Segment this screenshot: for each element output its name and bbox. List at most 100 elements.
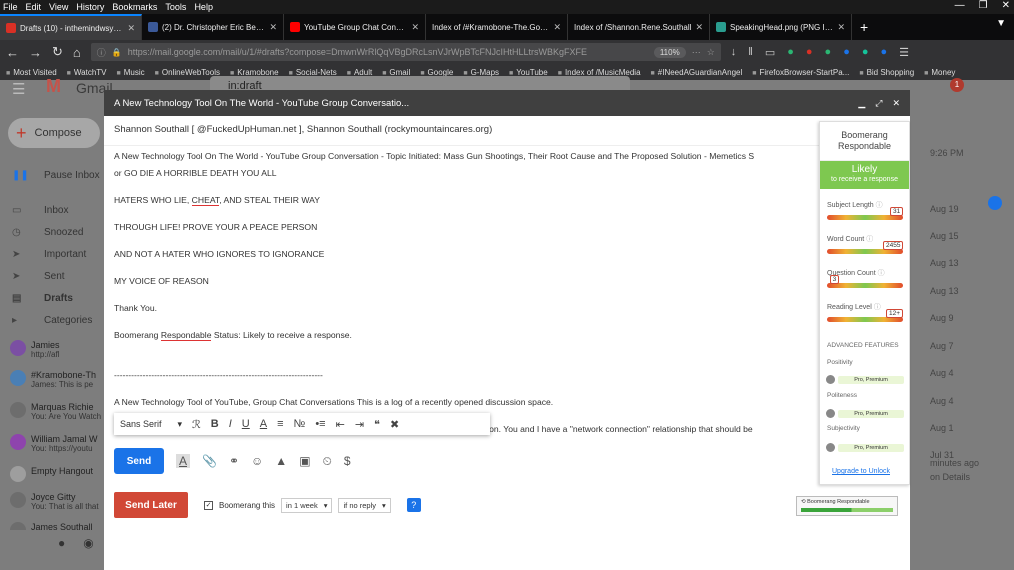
page-actions-icon[interactable]: ⋯ [692,47,701,58]
sidebar-item-inbox[interactable]: ▭ Inbox [12,205,68,216]
send-later-button[interactable]: Send Later [114,492,188,518]
sidebar-item-sent[interactable]: ➤ Sent [12,271,65,282]
tab-youtube[interactable]: YouTube Group Chat Conversa...✕ [284,14,426,40]
url-bar[interactable]: ⓘ 🔒 https://mail.google.com/mail/u/1/#dr… [90,43,721,61]
info-icon[interactable]: ⓘ [97,46,106,59]
extension-icon[interactable]: ● [825,46,832,59]
photo-icon[interactable]: ▣ [299,454,310,468]
menu-file[interactable]: File [3,2,18,12]
pro-badge[interactable]: Pro, Premium [838,376,904,384]
new-tab-button[interactable]: + [852,14,876,40]
tab-kramobone[interactable]: Index of /#Kramobone-The.Good.. ✕ [426,14,568,40]
chat-contact[interactable]: Jamies http://afl [10,340,105,360]
quote-icon[interactable]: ❝ [374,418,380,431]
bookmark-item[interactable]: WatchTV [67,68,107,77]
zoom-level[interactable]: 110% [653,46,686,58]
url-text[interactable]: https://mail.google.com/mail/u/1/#drafts… [128,47,648,57]
text-color-icon[interactable]: A [260,418,267,430]
info-icon[interactable]: ⓘ [874,304,881,311]
minimize-icon[interactable]: ▁ [858,98,865,109]
bookmark-item[interactable]: Music [117,68,145,77]
close-tab-icon[interactable]: ✕ [695,22,703,33]
spellcheck-word[interactable]: CHEAT [191,195,220,206]
gmail-logo-icon[interactable]: M [46,76,61,97]
close-tab-icon[interactable]: ✕ [127,23,135,34]
notification-badge[interactable]: 1 [950,78,964,92]
text-size-icon[interactable]: ℛ [192,418,201,431]
spellcheck-word[interactable]: Respondable [160,330,212,341]
sidebar-icon[interactable]: ▭ [765,46,775,59]
extension-icon[interactable]: ● [881,46,888,59]
close-icon[interactable]: ✕ [892,98,900,109]
maximize-icon[interactable]: ❐ [979,0,988,11]
bookmark-item[interactable]: OnlineWebTools [155,68,220,77]
bookmark-item[interactable]: Money [924,68,955,77]
respondable-widget[interactable]: ⟲ Boomerang Respondable [796,496,898,516]
tasks-icon[interactable] [988,196,1002,210]
extension-icon[interactable]: ● [843,46,850,59]
bookmark-star-icon[interactable]: ☆ [707,47,715,58]
font-family-select[interactable]: Sans Serif ▾ [120,419,182,430]
compose-button[interactable]: + Compose [8,118,100,148]
attach-icon[interactable]: 📎 [202,454,217,468]
tab-shannon[interactable]: Index of /Shannon.Rene.Southall ✕ [568,14,710,40]
tab-facebook[interactable]: (2) Dr. Christopher Eric Berger... ✕ [142,14,284,40]
recipients-field[interactable]: Shannon Southall [ @FuckedUpHuman.net ],… [104,116,910,146]
chat-contact[interactable]: #Kramobone-Th James: This is pe [10,370,105,390]
menu-tools[interactable]: Tools [165,2,186,12]
indent-more-icon[interactable]: ⇥ [355,418,364,431]
download-icon[interactable]: ↓ [731,46,737,59]
expand-icon[interactable]: ⤢ [875,98,882,109]
back-icon[interactable]: ← [6,45,19,60]
sidebar-item-snoozed[interactable]: ◷ Snoozed [12,227,83,238]
bold-icon[interactable]: B [211,418,219,430]
close-tab-icon[interactable]: ✕ [553,22,561,33]
close-tab-icon[interactable]: ✕ [269,22,277,33]
underline-icon[interactable]: U [242,418,250,430]
close-tab-icon[interactable]: ✕ [411,22,419,33]
boomerang-condition-select[interactable]: if no reply ▾ [338,497,391,513]
bookmark-item[interactable]: FirefoxBrowser-StartPa... [752,68,850,77]
confidential-icon[interactable]: ⏲ [323,454,332,469]
formatting-options-icon[interactable]: A [176,454,191,468]
numbered-list-icon[interactable]: № [294,418,306,430]
compose-header[interactable]: A New Technology Tool On The World - You… [104,90,910,116]
help-icon[interactable]: ? [406,498,421,512]
info-icon[interactable]: ⓘ [878,270,885,277]
boomerang-time-select[interactable]: in 1 week ▾ [281,497,333,513]
info-icon[interactable]: ⓘ [876,202,883,209]
chat-contact[interactable]: Empty Hangout [10,466,105,482]
indent-less-icon[interactable]: ⇤ [336,418,345,431]
align-icon[interactable]: ≡ [277,418,283,430]
pro-badge[interactable]: Pro, Premium [838,410,904,418]
menu-help[interactable]: Help [194,2,213,12]
menu-history[interactable]: History [76,2,104,12]
hangouts-icon[interactable]: ◉ [83,536,93,550]
minimize-icon[interactable]: — [955,0,965,11]
pro-badge[interactable]: Pro, Premium [838,444,904,452]
boomerang-checkbox[interactable]: ✓ [204,500,213,510]
chat-contact[interactable]: Marquas Richie You: Are You Watch [10,402,105,422]
info-icon[interactable]: ⓘ [866,236,873,243]
library-icon[interactable]: ‖ [748,46,753,59]
emoji-icon[interactable]: ☺ [251,454,263,468]
drive-icon[interactable]: ▲ [275,454,287,468]
italic-icon[interactable]: I [229,418,232,430]
money-icon[interactable]: $ [344,454,351,468]
grammarly-icon[interactable]: ● [862,46,869,59]
reload-icon[interactable]: ↻ [52,44,63,60]
bulleted-list-icon[interactable]: •≡ [315,418,325,430]
bookmark-item[interactable]: #INeedAGuardianAngel [651,68,743,77]
sidebar-item-drafts[interactable]: ▤ Drafts [12,293,73,304]
person-icon[interactable]: ● [58,536,65,550]
chat-contact[interactable]: Joyce Gitty You: That is all that [10,492,105,512]
menu-icon[interactable]: ☰ [899,46,909,59]
sidebar-item-important[interactable]: ➤ Important [12,249,86,260]
extension-icon[interactable]: ● [787,46,794,59]
home-icon[interactable]: ⌂ [73,45,81,60]
menu-edit[interactable]: Edit [26,2,42,12]
chat-contact[interactable]: James Southall [10,522,105,530]
upgrade-link[interactable]: Upgrade to Unlock [832,468,890,475]
sidebar-item-categories[interactable]: ▸ Categories [12,315,92,326]
chat-contact[interactable]: William Jamal W You: https://youtu [10,434,105,454]
